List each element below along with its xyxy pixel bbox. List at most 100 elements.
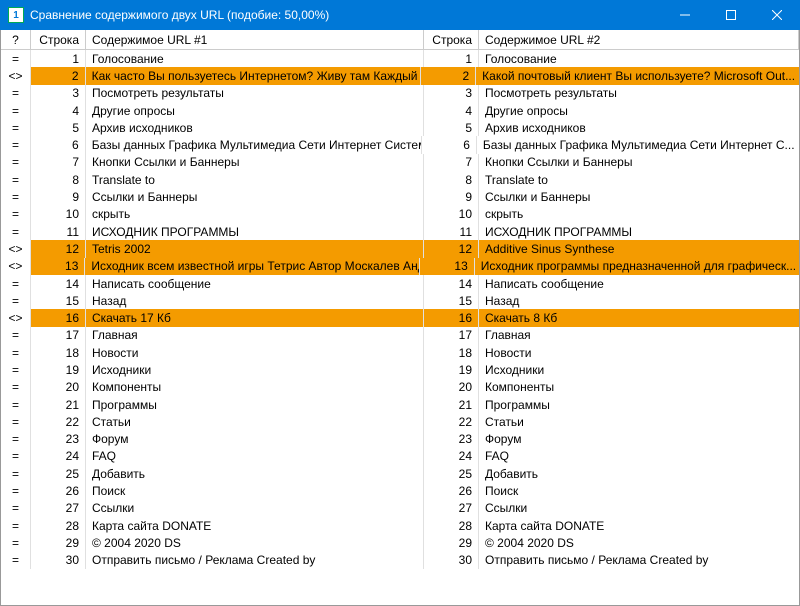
table-row[interactable]: =26Поиск26Поиск [1, 482, 799, 499]
line-number-left: 26 [31, 482, 86, 499]
table-row[interactable]: =5Архив исходников5Архив исходников [1, 119, 799, 136]
maximize-button[interactable] [708, 0, 754, 30]
table-row[interactable]: =27Ссылки27Ссылки [1, 500, 799, 517]
line-number-right: 4 [424, 102, 479, 119]
table-row[interactable]: =14Написать сообщение14Написать сообщени… [1, 275, 799, 292]
diff-marker: = [1, 171, 31, 188]
content-right: Программы [479, 396, 799, 413]
content-left: Форум [86, 431, 424, 448]
header-line-right[interactable]: Строка [424, 30, 479, 49]
diff-marker: <> [1, 240, 31, 257]
content-left: скрыть [86, 206, 424, 223]
line-number-right: 30 [424, 552, 479, 569]
content-right: Статьи [479, 413, 799, 430]
app-icon: 1 [8, 7, 24, 23]
window-titlebar[interactable]: 1 Сравнение содержимого двух URL (подоби… [0, 0, 800, 30]
table-row[interactable]: <>13Исходник всем известной игры Тетрис … [1, 258, 799, 275]
line-number-left: 23 [31, 431, 86, 448]
content-left: Отправить письмо / Реклама Created by [86, 552, 424, 569]
content-left: Статьи [86, 413, 424, 430]
table-row[interactable]: =22Статьи22Статьи [1, 413, 799, 430]
table-row[interactable]: =29© 2004 2020 DS29© 2004 2020 DS [1, 534, 799, 551]
content-left: Скачать 17 Кб [86, 309, 424, 326]
content-right: Написать сообщение [479, 275, 799, 292]
line-number-left: 10 [31, 206, 86, 223]
diff-marker: = [1, 379, 31, 396]
diff-marker: = [1, 448, 31, 465]
line-number-left: 4 [31, 102, 86, 119]
content-left: © 2004 2020 DS [86, 534, 424, 551]
diff-marker: = [1, 85, 31, 102]
content-right: Другие опросы [479, 102, 799, 119]
line-number-left: 16 [31, 309, 86, 326]
line-number-right: 27 [424, 500, 479, 517]
line-number-left: 5 [31, 119, 86, 136]
grid-body[interactable]: =1Голосование1Голосование<>2Как часто Вы… [1, 50, 799, 605]
line-number-left: 28 [31, 517, 86, 534]
table-row[interactable]: <>12Tetris 200212Additive Sinus Synthese [1, 240, 799, 257]
line-number-right: 2 [421, 67, 476, 84]
content-left: Новости [86, 344, 424, 361]
content-right: © 2004 2020 DS [479, 534, 799, 551]
line-number-left: 29 [31, 534, 86, 551]
line-number-right: 14 [424, 275, 479, 292]
diff-marker: = [1, 396, 31, 413]
table-row[interactable]: =7Кнопки Ссылки и Баннеры7Кнопки Ссылки … [1, 154, 799, 171]
header-marker[interactable]: ? [1, 30, 31, 49]
content-right: Исходники [479, 361, 799, 378]
line-number-left: 7 [31, 154, 86, 171]
content-right: Кнопки Ссылки и Баннеры [479, 154, 799, 171]
header-text-left[interactable]: Содержимое URL #1 [86, 30, 424, 49]
diff-marker: = [1, 413, 31, 430]
content-right: Новости [479, 344, 799, 361]
content-left: Добавить [86, 465, 424, 482]
line-number-right: 18 [424, 344, 479, 361]
diff-marker: = [1, 206, 31, 223]
table-row[interactable]: =21Программы21Программы [1, 396, 799, 413]
header-text-right[interactable]: Содержимое URL #2 [479, 30, 799, 49]
table-row[interactable]: =3Посмотреть результаты3Посмотреть резул… [1, 85, 799, 102]
content-left: Кнопки Ссылки и Баннеры [86, 154, 424, 171]
content-left: Назад [86, 292, 424, 309]
table-row[interactable]: =30Отправить письмо / Реклама Created by… [1, 552, 799, 569]
content-left: Написать сообщение [86, 275, 424, 292]
diff-marker: = [1, 275, 31, 292]
line-number-left: 3 [31, 85, 86, 102]
content-left: Программы [86, 396, 424, 413]
content-left: ИСХОДНИК ПРОГРАММЫ [86, 223, 424, 240]
table-row[interactable]: =9Ссылки и Баннеры9Ссылки и Баннеры [1, 188, 799, 205]
diff-marker: = [1, 534, 31, 551]
table-row[interactable]: <>16Скачать 17 Кб16Скачать 8 Кб [1, 309, 799, 326]
minimize-button[interactable] [662, 0, 708, 30]
table-row[interactable]: =18Новости18Новости [1, 344, 799, 361]
content-right: Форум [479, 431, 799, 448]
table-row[interactable]: =8Translate to8Translate to [1, 171, 799, 188]
content-right: ИСХОДНИК ПРОГРАММЫ [479, 223, 799, 240]
diff-marker: <> [1, 67, 31, 84]
table-row[interactable]: =10скрыть10скрыть [1, 206, 799, 223]
line-number-right: 7 [424, 154, 479, 171]
table-row[interactable]: =1Голосование1Голосование [1, 50, 799, 67]
close-button[interactable] [754, 0, 800, 30]
header-line-left[interactable]: Строка [31, 30, 86, 49]
content-left: Карта сайта DONATE [86, 517, 424, 534]
table-row[interactable]: =6Базы данных Графика Мультимедиа Сети И… [1, 136, 799, 153]
table-row[interactable]: =20Компоненты20Компоненты [1, 379, 799, 396]
table-row[interactable]: =28Карта сайта DONATE28Карта сайта DONAT… [1, 517, 799, 534]
table-row[interactable]: =17Главная17Главная [1, 327, 799, 344]
content-left: Голосование [86, 50, 424, 67]
table-row[interactable]: =23Форум23Форум [1, 431, 799, 448]
content-right: Добавить [479, 465, 799, 482]
table-row[interactable]: =4Другие опросы4Другие опросы [1, 102, 799, 119]
table-row[interactable]: =19Исходники19Исходники [1, 361, 799, 378]
table-row[interactable]: =11ИСХОДНИК ПРОГРАММЫ11ИСХОДНИК ПРОГРАММ… [1, 223, 799, 240]
line-number-left: 6 [31, 136, 86, 153]
table-row[interactable]: <>2Как часто Вы пользуетесь Интернетом? … [1, 67, 799, 84]
table-row[interactable]: =15Назад15Назад [1, 292, 799, 309]
line-number-right: 19 [424, 361, 479, 378]
table-row[interactable]: =24FAQ24FAQ [1, 448, 799, 465]
content-left: Посмотреть результаты [86, 85, 424, 102]
line-number-right: 20 [424, 379, 479, 396]
table-row[interactable]: =25Добавить25Добавить [1, 465, 799, 482]
line-number-right: 28 [424, 517, 479, 534]
